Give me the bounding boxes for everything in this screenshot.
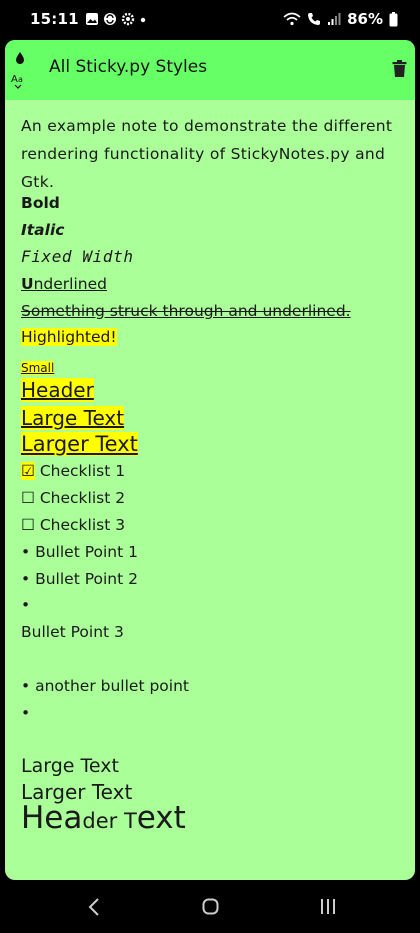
larger-text-line: Larger Text	[21, 432, 138, 456]
bullet-icon: •	[21, 570, 31, 588]
large-text-line: Large Text	[21, 406, 125, 430]
checklist-item[interactable]: ☐ Checklist 2	[21, 489, 125, 507]
note-header: A a All Sticky.py Styles	[5, 40, 415, 100]
highlighted-line: Highlighted!	[21, 328, 117, 346]
bullet-label: Bullet Point 2	[35, 570, 138, 588]
header-line: Header	[21, 378, 94, 402]
mixed-heading-part: Hea	[21, 800, 83, 836]
wifi-icon	[283, 12, 301, 26]
checklist-item-1[interactable]: ☑	[21, 462, 35, 480]
signal-icon	[328, 13, 341, 25]
settings-gear-icon	[121, 12, 134, 26]
header-text: Header	[21, 378, 94, 402]
empty-bullet: •	[21, 704, 31, 722]
checklist-item[interactable]: ☐ Checklist 3	[21, 516, 125, 534]
note-body[interactable]: An example note to demonstrate the diffe…	[21, 112, 401, 836]
back-icon[interactable]	[88, 898, 100, 916]
fixed-width-text: Fixed Width	[21, 247, 134, 266]
sync-icon	[103, 13, 116, 25]
checklist-item[interactable]: ☑ Checklist 1	[21, 462, 125, 480]
svg-text:a: a	[18, 75, 23, 84]
bullet-item: • Bullet Point 1	[21, 543, 138, 561]
status-bar: 15:11 86%	[0, 0, 420, 40]
sticky-note-window: A a All Sticky.py Styles An example note…	[5, 40, 415, 880]
status-right: 86%	[283, 10, 398, 28]
bullet-icon: •	[21, 677, 31, 695]
larger-text: Larger Text	[21, 432, 138, 456]
bold-text: Bold	[21, 194, 60, 212]
call-icon	[308, 13, 321, 25]
bullet-label: Bullet Point 1	[35, 543, 138, 561]
mixed-heading-part: ext	[136, 800, 186, 836]
status-icons-left	[85, 12, 147, 26]
bullet-label: another bullet point	[35, 677, 189, 695]
large-text: Large Text	[21, 406, 125, 430]
dot-icon	[140, 17, 145, 23]
small-text: Small	[21, 361, 55, 375]
underlined-text: Underlined	[21, 275, 107, 293]
small-line: Small	[21, 358, 55, 376]
trash-icon[interactable]	[392, 60, 407, 77]
strikethrough-text: Something struck through and underlined.	[21, 302, 351, 320]
home-icon[interactable]	[202, 898, 219, 915]
plain-large-text: Large Text	[21, 755, 119, 777]
italic-text: Italic	[21, 221, 65, 239]
status-time: 15:11	[30, 10, 79, 28]
bullet-point-3-text: Bullet Point 3	[21, 623, 124, 641]
underlined-first-letter: U	[21, 275, 34, 293]
font-size-icon[interactable]: A a	[11, 72, 29, 90]
status-left: 15:11	[30, 10, 147, 28]
note-title: All Sticky.py Styles	[49, 57, 208, 77]
mixed-heading-part: der T	[82, 809, 137, 833]
bullet-item: • another bullet point	[21, 677, 189, 695]
system-navigation-bar	[0, 880, 420, 933]
recents-icon[interactable]	[320, 898, 336, 915]
highlighted-text: Highlighted!	[21, 328, 117, 346]
checklist-label: Checklist 2	[39, 489, 126, 507]
bullet-icon: •	[21, 596, 31, 614]
battery-icon	[389, 11, 398, 26]
underlined-rest: nderlined	[33, 275, 107, 293]
checkbox-checked-icon[interactable]: ☑	[21, 462, 35, 480]
mixed-heading: Header Text	[21, 800, 186, 836]
checklist-label: Checklist 3	[39, 516, 126, 534]
bullet-item: •	[21, 596, 30, 614]
battery-percent: 86%	[347, 10, 383, 28]
checkbox-unchecked-icon[interactable]: ☐	[21, 516, 35, 534]
image-icon	[85, 13, 98, 25]
intro-text: An example note to demonstrate the diffe…	[21, 117, 393, 191]
header-left-tools: A a	[11, 48, 31, 92]
drop-icon[interactable]	[13, 51, 27, 65]
bullet-icon: •	[21, 543, 31, 561]
bullet-item: • Bullet Point 2	[21, 570, 138, 588]
checkbox-unchecked-icon[interactable]: ☐	[21, 489, 35, 507]
checklist-label: Checklist 1	[39, 462, 126, 480]
svg-text:A: A	[11, 74, 18, 85]
